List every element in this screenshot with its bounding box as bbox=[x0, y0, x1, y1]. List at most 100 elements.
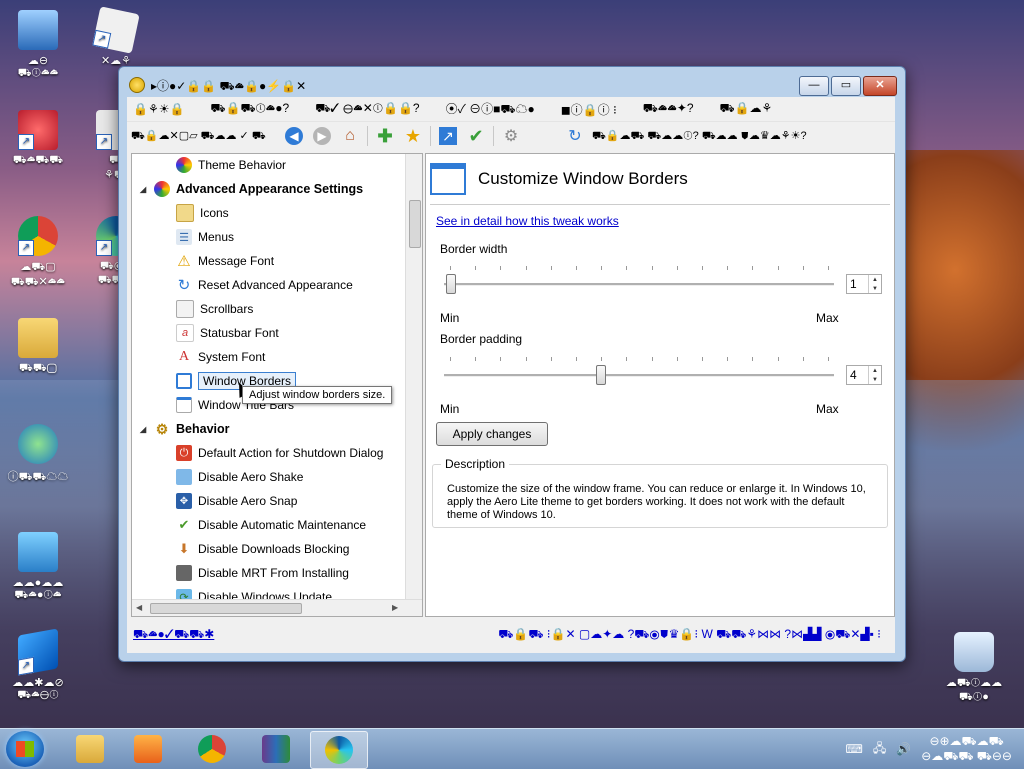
expand-triangle-icon[interactable]: ◢ bbox=[140, 185, 150, 194]
border-width-max-label: Max bbox=[816, 311, 839, 325]
tree-category-behavior[interactable]: ◢ ⚙ Behavior bbox=[140, 418, 230, 440]
taskbar-chrome[interactable] bbox=[184, 731, 240, 767]
slider-tick bbox=[702, 357, 703, 361]
tree-category-advanced-appearance[interactable]: ◢ Advanced Appearance Settings bbox=[140, 178, 363, 200]
tree-horizontal-scrollbar[interactable]: ◀ ▶ bbox=[132, 599, 422, 616]
menu-item-view[interactable]: ⛟✓ ⊖☁✕ⓘ🔒🔒? bbox=[315, 101, 419, 117]
clock[interactable]: ⊖⊕☁⛟☁⛟ ⊖☁⛟⛟ ⛟⊖⊖ bbox=[921, 734, 1012, 764]
menu-item-edit[interactable]: ⛟🔒⛟ⓘ☁●? bbox=[210, 101, 289, 117]
tree-item-disable-automatic-maintenance[interactable]: ✔ Disable Automatic Maintenance bbox=[176, 514, 367, 536]
menu-item-tools[interactable]: ⦿✓ ⊖ⓘ■⛟☁● bbox=[446, 100, 535, 118]
tweaks-tree[interactable]: Theme Behavior ◢ Advanced Appearance Set… bbox=[131, 153, 423, 617]
slider-tick bbox=[802, 266, 804, 270]
tree-item-reset-advanced-appearance[interactable]: ↻ Reset Advanced Appearance bbox=[176, 274, 353, 296]
settings-button[interactable]: ⚙ bbox=[500, 125, 522, 147]
menu-item-file[interactable]: 🔒⚘☀🔒 bbox=[133, 102, 184, 116]
tree-item-theme-behavior[interactable]: Theme Behavior bbox=[176, 154, 286, 176]
slider-thumb[interactable] bbox=[446, 274, 456, 294]
tree-item-scrollbars[interactable]: Scrollbars bbox=[176, 298, 253, 320]
slider-tick bbox=[450, 357, 451, 361]
desktop-icon-user-folder[interactable]: ⛟⛟▢ bbox=[0, 318, 76, 376]
chevron-up-icon[interactable]: ▲ bbox=[872, 277, 878, 283]
export-button[interactable]: ↗ bbox=[437, 125, 459, 147]
taskbar-explorer[interactable] bbox=[62, 731, 118, 767]
desktop-icon-computer[interactable]: ☁⊖ ⛟ⓘ☁☁ bbox=[0, 10, 76, 81]
desktop-icon-chrome[interactable]: ↗ ☁⛟▢ ⛟⛟✕☁☁ bbox=[0, 216, 76, 290]
goto-label[interactable]: ⛟🔒☁⛟ ⛟☁☁ⓘ? ⛟☁☁ ⛊☁♛☁⚘☀? bbox=[592, 125, 807, 147]
desktop-icon-app-red[interactable]: ↗ ⛟☁⛟⛟ bbox=[0, 110, 76, 168]
menu-item-about[interactable]: ⛟🔒☁⚘ bbox=[720, 101, 773, 117]
language-icon[interactable]: ⌨ bbox=[846, 742, 863, 756]
reset-button[interactable]: ↻ bbox=[564, 125, 586, 147]
stepper-arrows[interactable]: ▲ ▼ bbox=[868, 275, 881, 293]
desktop-icon-recycle-bin[interactable]: ☁⛟ⓘ☁☁ ⛟ⓘ● bbox=[936, 632, 1012, 705]
tree-item-message-font[interactable]: ⚠ Message Font bbox=[176, 250, 274, 272]
scroll-thumb[interactable] bbox=[150, 603, 302, 614]
chevron-up-icon[interactable]: ▲ bbox=[872, 368, 878, 374]
chevron-down-icon[interactable]: ▼ bbox=[872, 377, 878, 383]
border-padding-slider[interactable] bbox=[444, 365, 834, 385]
minimize-button[interactable]: — bbox=[799, 76, 829, 96]
tree-item-disable-mrt[interactable]: Disable MRT From Installing bbox=[176, 562, 349, 584]
window-border-icon bbox=[176, 373, 192, 389]
window-client: 🔒⚘☀🔒 ⛟🔒⛟ⓘ☁●? ⛟✓ ⊖☁✕ⓘ🔒🔒? ⦿✓ ⊖ⓘ■⛟☁● ◼ⓘ🔒ⓘ ⁝… bbox=[127, 97, 895, 653]
menu-item-options[interactable]: ◼ⓘ🔒ⓘ ⁝ bbox=[561, 101, 617, 118]
desktop-icon-roblox[interactable]: ↗ ✕☁⚘ bbox=[78, 6, 154, 67]
home-button[interactable]: ⌂ bbox=[339, 125, 361, 147]
volume-icon[interactable]: 🔊 bbox=[896, 742, 911, 756]
add-bookmark-button[interactable]: ✚ bbox=[374, 125, 396, 147]
border-width-label: Border width bbox=[440, 242, 508, 256]
tree-item-menus[interactable]: ☰ Menus bbox=[176, 226, 234, 248]
stepper-value[interactable]: 1 bbox=[847, 275, 868, 293]
network-globe-icon bbox=[18, 424, 58, 464]
menu-item-help[interactable]: ⛟☁☁✦? bbox=[643, 101, 694, 117]
slider-tick bbox=[676, 357, 678, 361]
font-icon: a bbox=[176, 324, 194, 342]
border-width-slider[interactable] bbox=[444, 274, 834, 294]
maximize-button[interactable]: ▭ bbox=[831, 76, 861, 96]
start-button[interactable] bbox=[6, 731, 44, 767]
tree-item-statusbar-font[interactable]: a Statusbar Font bbox=[176, 322, 279, 344]
stepper-arrows[interactable]: ▲ ▼ bbox=[868, 366, 881, 384]
forward-button[interactable]: ▶ bbox=[311, 125, 333, 147]
taskbar-winrar[interactable] bbox=[248, 731, 304, 767]
desktop-icon-label: ⛟☁⛟⛟ bbox=[12, 154, 64, 166]
border-padding-max-label: Max bbox=[816, 402, 839, 416]
slider-track bbox=[444, 374, 834, 377]
tree-item-disable-aero-shake[interactable]: Disable Aero Shake bbox=[176, 466, 303, 488]
desktop-icon-network[interactable]: ⓘ⛟⛟☁☁ bbox=[0, 424, 76, 485]
taskbar-winaero-tweaker[interactable] bbox=[310, 731, 368, 769]
tree-item-system-font[interactable]: A System Font bbox=[176, 346, 265, 368]
status-bar-left[interactable]: ⛟☁●✓⛟⛟✱ bbox=[133, 627, 214, 643]
close-button[interactable]: ✕ bbox=[863, 76, 897, 96]
bookmarks-button[interactable]: ★ bbox=[402, 125, 424, 147]
app-icon: ↗ bbox=[18, 628, 58, 676]
window-title-icon bbox=[176, 397, 192, 413]
tree-item-disable-aero-snap[interactable]: ✥ Disable Aero Snap bbox=[176, 490, 297, 512]
desktop-icon-blue-app[interactable]: ↗ ☁☁✱☁⊘ ⛟☁⊖ⓘ bbox=[0, 628, 76, 703]
title-bar[interactable]: ▸ⓘ●✓🔒🔒 ⛟☁🔒●⚡🔒✕ — ▭ ✕ bbox=[119, 67, 905, 101]
back-button[interactable]: ◀ bbox=[283, 125, 305, 147]
border-padding-stepper[interactable]: 4 ▲ ▼ bbox=[846, 365, 882, 385]
tree-vertical-scrollbar[interactable] bbox=[405, 154, 422, 600]
apply-changes-button[interactable]: Apply changes bbox=[436, 422, 548, 446]
apply-button[interactable]: ✔ bbox=[465, 125, 487, 147]
search-box[interactable]: ⛟🔒☁✕▢▱ ⛟☁☁ ✓ ⛟ bbox=[131, 125, 277, 147]
tree-item-default-action-shutdown[interactable]: ⏻ Default Action for Shutdown Dialog bbox=[176, 442, 383, 464]
chevron-down-icon[interactable]: ▼ bbox=[872, 286, 878, 292]
tree-item-icons[interactable]: Icons bbox=[176, 202, 229, 224]
expand-triangle-icon[interactable]: ◢ bbox=[140, 425, 150, 434]
border-width-stepper[interactable]: 1 ▲ ▼ bbox=[846, 274, 882, 294]
stepper-value[interactable]: 4 bbox=[847, 366, 868, 384]
desktop-icon-control-panel[interactable]: ☁☁●☁☁ ⛟☁●ⓘ☁ bbox=[0, 532, 76, 603]
forward-arrow-icon: ▶ bbox=[313, 127, 331, 145]
scroll-left-arrow-icon[interactable]: ◀ bbox=[136, 603, 142, 612]
status-bar-right[interactable]: ⛟🔒⛟ ⁝🔒✕ ▢☁✦☁ ?⛟⦿⛊♛🔒⁝ W ⛟⛟⚘⋈⋈ ?⋈▟▟ ⦿⛟✕▟▪ … bbox=[498, 627, 895, 643]
network-icon[interactable]: 🖧 bbox=[873, 739, 886, 760]
slider-thumb[interactable] bbox=[596, 365, 607, 385]
scroll-right-arrow-icon[interactable]: ▶ bbox=[392, 603, 398, 612]
tree-item-disable-downloads-blocking[interactable]: ⬇ Disable Downloads Blocking bbox=[176, 538, 350, 560]
scroll-thumb[interactable] bbox=[409, 200, 421, 248]
tweak-details-link[interactable]: See in detail how this tweak works bbox=[436, 214, 619, 228]
taskbar-media-player[interactable] bbox=[120, 731, 176, 767]
